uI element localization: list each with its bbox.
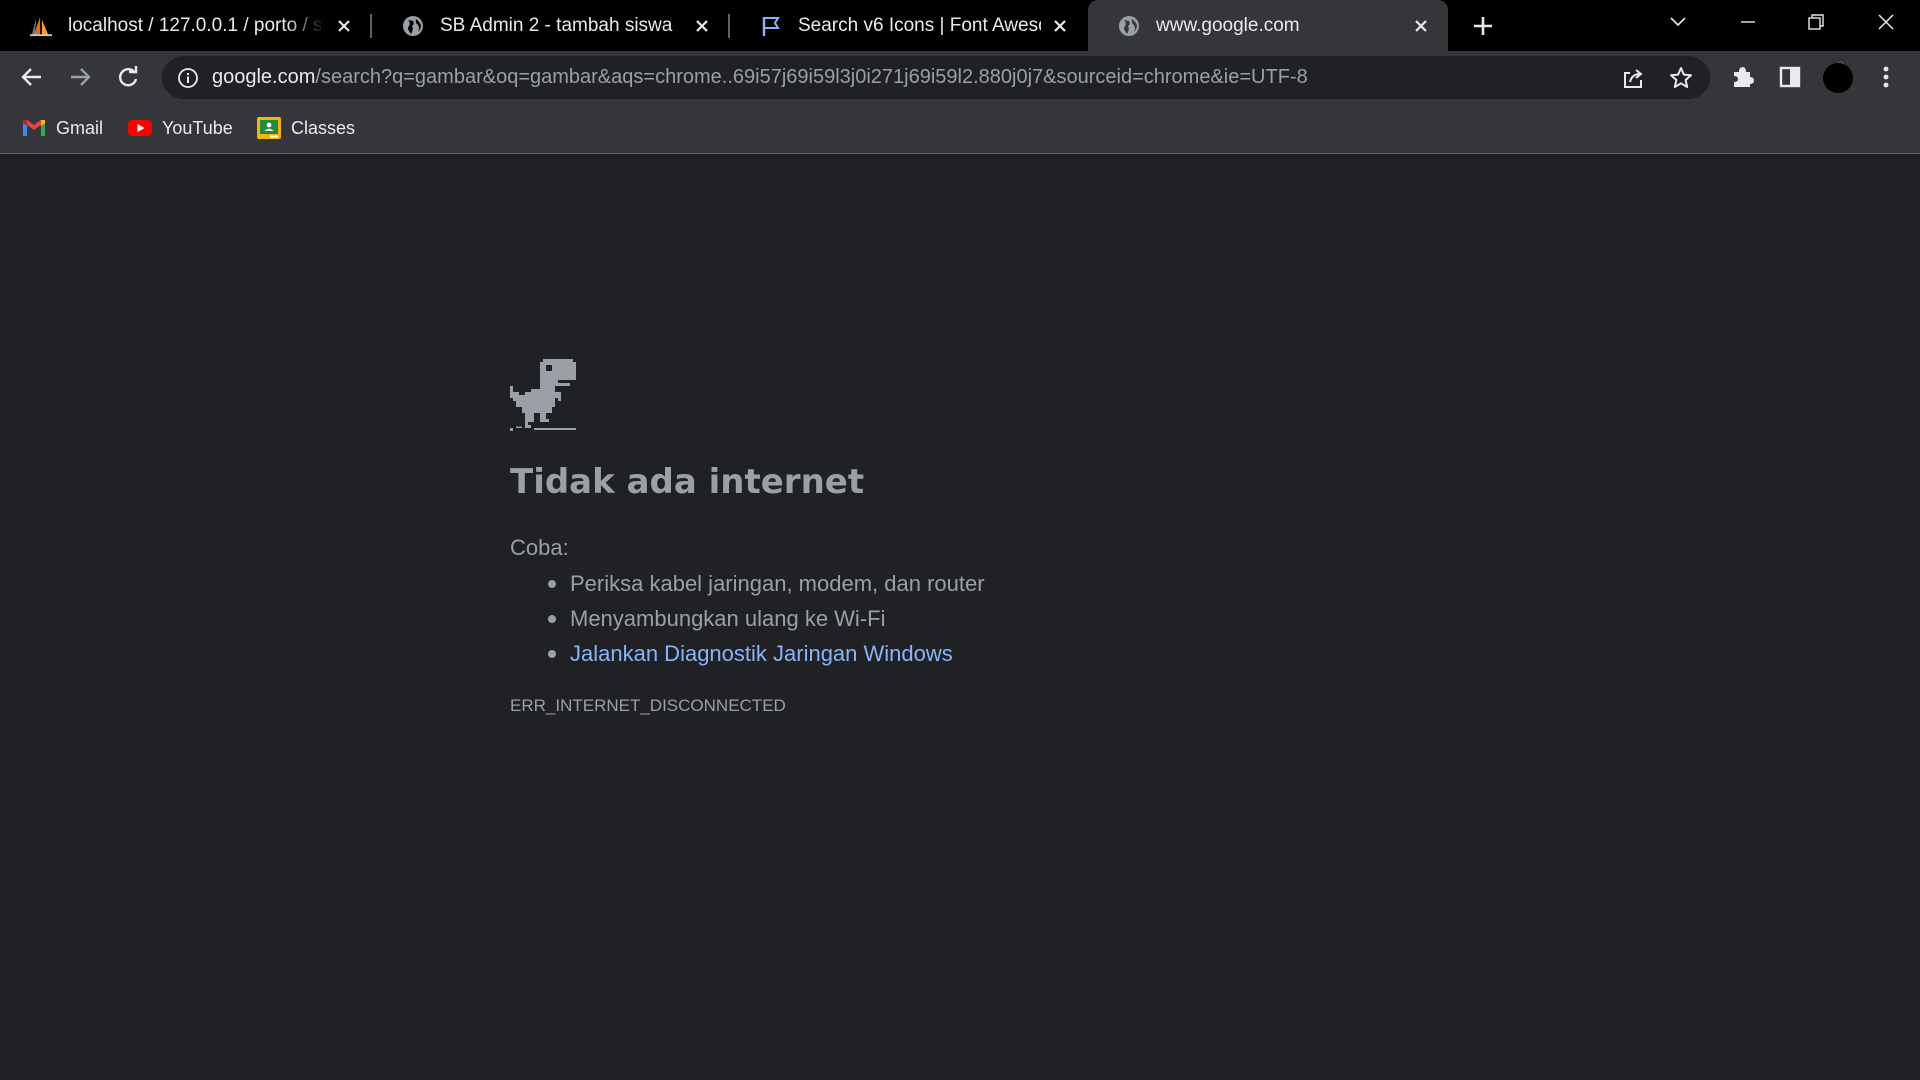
list-item: Jalankan Diagnostik Jaringan Windows	[548, 636, 985, 671]
reload-button[interactable]	[110, 59, 146, 95]
try-label: Coba:	[510, 535, 569, 560]
phpmyadmin-sail-icon	[30, 15, 52, 37]
globe-icon	[1118, 15, 1140, 37]
tab-search-chevron-down-icon[interactable]	[1648, 0, 1708, 44]
error-code: ERR_INTERNET_DISCONNECTED	[510, 696, 786, 715]
extensions-puzzle-icon[interactable]	[1724, 59, 1760, 95]
tab-close-icon[interactable]	[1410, 15, 1432, 37]
globe-icon	[402, 15, 424, 37]
tab-title: Search v6 Icons | Font Awesome	[798, 14, 1041, 36]
bookmark-label: YouTube	[162, 117, 233, 138]
tab-close-icon[interactable]	[333, 15, 355, 37]
chrome-menu-icon[interactable]	[1868, 59, 1904, 95]
back-button[interactable]	[14, 59, 50, 95]
bookmark-gmail[interactable]: Gmail	[22, 113, 103, 143]
flag-icon	[760, 15, 782, 37]
page-title: Tidak ada internet	[510, 462, 865, 502]
site-info-icon[interactable]	[176, 66, 200, 90]
url-text[interactable]: google.com/search?q=gambar&oq=gambar&aqs…	[212, 56, 1308, 99]
list-item: Menyambungkan ulang ke Wi-Fi	[548, 601, 985, 636]
tab-title: SB Admin 2 - tambah siswa	[440, 14, 673, 36]
tab-close-icon[interactable]	[691, 15, 713, 37]
new-tab-button[interactable]	[1468, 11, 1498, 41]
share-icon[interactable]	[1620, 65, 1646, 91]
tab-title: localhost / 127.0.0.1 / porto / siswa	[68, 14, 325, 36]
error-page: Tidak ada internet Coba: Periksa kabel j…	[0, 154, 1920, 1080]
bookmark-label: Classes	[291, 117, 356, 138]
bookmark-classes[interactable]: Classes	[257, 113, 355, 143]
suggestion-text: Periksa kabel jaringan, modem, dan route…	[570, 571, 985, 596]
browser-toolbar: google.com/search?q=gambar&oq=gambar&aqs…	[0, 51, 1920, 104]
address-bar[interactable]: google.com/search?q=gambar&oq=gambar&aqs…	[162, 56, 1710, 99]
suggestion-text: Menyambungkan ulang ke Wi-Fi	[570, 606, 886, 631]
tab-font-awesome[interactable]: Search v6 Icons | Font Awesome	[730, 0, 1087, 51]
side-panel-icon[interactable]	[1772, 59, 1808, 95]
profile-avatar[interactable]	[1820, 59, 1856, 95]
close-window-button[interactable]	[1856, 0, 1916, 44]
network-diagnostics-link[interactable]: Jalankan Diagnostik Jaringan Windows	[570, 641, 953, 666]
bookmark-star-icon[interactable]	[1668, 65, 1694, 91]
tab-sb-admin[interactable]: SB Admin 2 - tambah siswa	[372, 0, 729, 51]
suggestions-list: Periksa kabel jaringan, modem, dan route…	[510, 566, 985, 671]
tab-google[interactable]: www.google.com	[1088, 0, 1448, 51]
tab-close-icon[interactable]	[1049, 15, 1071, 37]
restore-button[interactable]	[1786, 0, 1846, 44]
tab-strip: localhost / 127.0.0.1 / porto / siswa SB…	[0, 0, 1920, 51]
offline-dinosaur-icon[interactable]	[510, 359, 576, 431]
url-host: google.com	[212, 66, 316, 88]
bookmark-youtube[interactable]: YouTube	[128, 113, 233, 143]
forward-button[interactable]	[62, 59, 98, 95]
youtube-icon	[128, 118, 152, 138]
bookmarks-bar: Gmail YouTube Classes	[0, 104, 1920, 154]
tab-title: www.google.com	[1156, 14, 1300, 36]
list-item: Periksa kabel jaringan, modem, dan route…	[548, 566, 985, 601]
gmail-icon	[22, 118, 46, 138]
minimize-button[interactable]	[1718, 0, 1778, 44]
tab-localhost-phpmyadmin[interactable]: localhost / 127.0.0.1 / porto / siswa	[0, 0, 371, 51]
url-path: /search?q=gambar&oq=gambar&aqs=chrome..6…	[315, 66, 1308, 88]
bookmark-label: Gmail	[56, 117, 104, 138]
classroom-icon	[257, 117, 281, 139]
